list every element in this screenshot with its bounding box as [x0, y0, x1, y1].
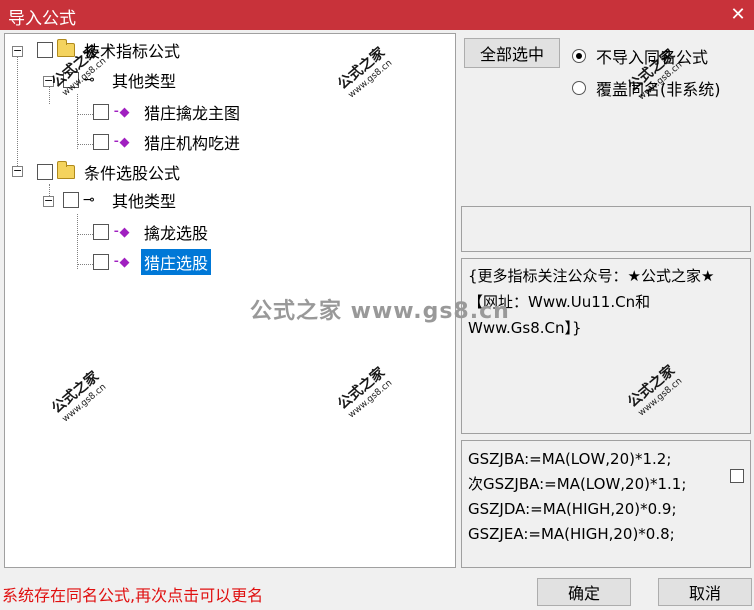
title-bar: 导入公式 ✕	[0, 0, 754, 30]
checkbox[interactable]	[93, 134, 109, 150]
radio-button[interactable]	[572, 49, 586, 63]
tree-node-formula[interactable]: ⁃◆ 猎庄擒龙主图	[93, 100, 243, 124]
tree-line	[49, 84, 50, 104]
cube-icon: ⁃◆	[113, 224, 130, 240]
checkbox[interactable]	[37, 164, 53, 180]
description-panel: {更多指标关注公众号：★公式之家★【网址：Www.Uu11.Cn和Www.Gs8…	[461, 258, 751, 434]
radio-button[interactable]	[572, 81, 586, 95]
formula-line: 次GSZJBA:=MA(LOW,20)*1.1;	[468, 475, 687, 493]
folder-icon	[57, 39, 75, 57]
ok-button[interactable]: 确定	[537, 578, 631, 606]
tree-label: 其他类型	[112, 192, 177, 211]
checkbox[interactable]	[93, 254, 109, 270]
tree-node-stock-selection[interactable]: 条件选股公式	[37, 160, 183, 184]
option-no-import[interactable]: 不导入同名公式	[572, 44, 708, 68]
checkbox[interactable]	[93, 104, 109, 120]
tree-node-technical[interactable]: 技术指标公式	[37, 38, 183, 62]
select-all-button[interactable]: 全部选中	[464, 38, 560, 68]
tree-label: 猎庄擒龙主图	[144, 104, 241, 123]
close-icon[interactable]: ✕	[726, 3, 750, 27]
checkbox[interactable]	[37, 42, 53, 58]
tree-label: 擒龙选股	[144, 224, 209, 243]
name-field[interactable]	[461, 206, 751, 252]
formula-line: GSZJBA:=MA(LOW,20)*1.2;	[468, 450, 672, 468]
cube-icon: ⁃◆	[113, 254, 130, 270]
checkbox[interactable]	[730, 469, 744, 483]
window-title: 导入公式	[8, 9, 76, 29]
cancel-button[interactable]: 取消	[658, 578, 752, 606]
tree-line	[17, 52, 18, 172]
tree-node-formula[interactable]: ⁃◆ 擒龙选股	[93, 220, 211, 244]
formula-line: GSZJDA:=MA(HIGH,20)*0.9;	[468, 500, 677, 518]
tree-node-formula-selected[interactable]: ⁃◆ 猎庄选股	[93, 249, 212, 275]
watermark-center: 公式之家 www.gs8.cn	[250, 299, 510, 324]
folder-icon	[57, 161, 75, 179]
checkbox[interactable]	[63, 192, 79, 208]
cube-icon: ⁃◆	[113, 134, 130, 150]
tree-label: 其他类型	[112, 72, 177, 91]
checkbox[interactable]	[93, 224, 109, 240]
tree-label: 猎庄选股	[141, 249, 212, 275]
status-message: 系统存在同名公式,再次点击可以更名	[2, 586, 264, 605]
tree-node-formula[interactable]: ⁃◆ 猎庄机构吃进	[93, 130, 243, 154]
collapse-icon[interactable]: −	[43, 195, 54, 207]
key-icon: ⊸	[83, 192, 95, 208]
tree-label: 猎庄机构吃进	[144, 134, 241, 153]
tree-label: 条件选股公式	[84, 164, 181, 183]
tree-line	[77, 214, 78, 269]
collapse-icon[interactable]: −	[12, 45, 23, 57]
cube-icon: ⁃◆	[113, 104, 130, 120]
formula-preview: GSZJBA:=MA(LOW,20)*1.2; 次GSZJBA:=MA(LOW,…	[461, 440, 751, 568]
formula-line: GSZJEA:=MA(HIGH,20)*0.8;	[468, 525, 675, 543]
tree-node-other-type[interactable]: ⊸ 其他类型	[63, 188, 179, 212]
tree-line	[77, 94, 78, 149]
collapse-icon[interactable]: −	[12, 165, 23, 177]
